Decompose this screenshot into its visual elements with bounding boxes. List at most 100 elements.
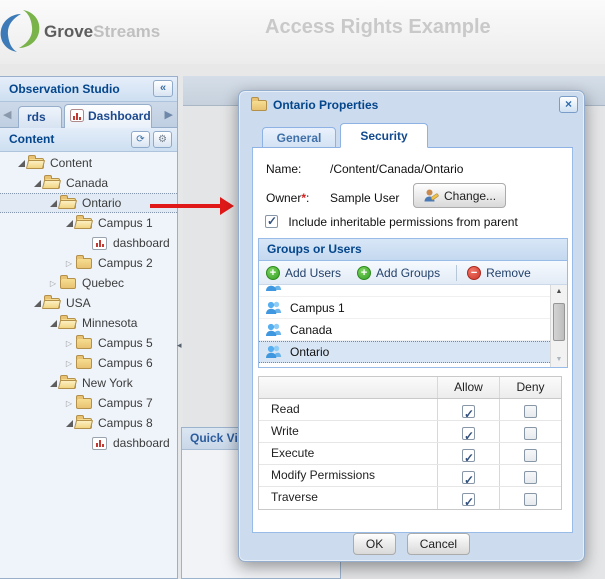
panel-collapse-button[interactable]: « (153, 80, 173, 97)
deny-checkbox-write[interactable] (524, 427, 537, 440)
deny-checkbox-read[interactable] (524, 405, 537, 418)
cancel-button[interactable]: Cancel (407, 533, 470, 555)
tab-general[interactable]: General (262, 127, 336, 148)
permissions-table: Allow Deny Read Write Execute (258, 376, 562, 510)
list-item-ontario[interactable]: Ontario (259, 341, 550, 363)
expand-icon[interactable] (16, 153, 26, 173)
add-users-button[interactable]: +Add Users (266, 266, 341, 280)
table-row-execute: Execute (259, 443, 561, 465)
allow-checkbox-execute[interactable] (462, 449, 475, 462)
folder-closed-icon (76, 358, 92, 369)
expand-icon[interactable] (64, 413, 74, 433)
tab-security[interactable]: Security (340, 123, 428, 148)
refresh-icon[interactable]: ⟳ (131, 131, 150, 148)
folder-open-icon (76, 218, 92, 229)
collapse-icon[interactable] (64, 352, 74, 374)
tree-item-newyork[interactable]: New York (0, 373, 177, 393)
tree-item-campus8[interactable]: Campus 8 (0, 413, 177, 433)
table-row-modify-permissions: Modify Permissions (259, 465, 561, 487)
tab-scroll-right-icon[interactable]: ▶ (165, 108, 173, 121)
grovestreams-logo-icon (0, 8, 42, 54)
groups-list-viewport: Campus 1 Canada Ontario (259, 285, 550, 367)
tab-scroll-left-icon[interactable]: ◀ (3, 108, 11, 121)
scroll-up-icon[interactable]: ▲ (551, 285, 567, 299)
close-icon[interactable]: × (559, 96, 578, 113)
tab-dashboards2[interactable]: Dashboards2 (64, 104, 152, 128)
expand-icon[interactable] (32, 173, 42, 193)
remove-button[interactable]: −Remove (467, 266, 531, 280)
list-item-canada[interactable]: Canada (259, 319, 550, 341)
collapse-icon[interactable] (64, 332, 74, 354)
ontario-properties-dialog: Ontario Properties × General Security Na… (238, 90, 585, 562)
top-banner: GroveStreams Access Rights Example (0, 0, 605, 64)
allow-checkbox-read[interactable] (462, 405, 475, 418)
tree-item-campus2[interactable]: Campus 2 (0, 253, 177, 273)
dialog-tabbar: General Security (252, 122, 573, 148)
page-title: Access Rights Example (265, 16, 491, 39)
expand-icon[interactable] (48, 373, 58, 393)
remove-icon: − (467, 266, 481, 280)
list-item-campus1[interactable]: Campus 1 (259, 297, 550, 319)
tree-item-canada[interactable]: Canada (0, 173, 177, 193)
app-root: GroveStreams Access Rights Example Obser… (0, 0, 605, 579)
inherit-permissions-row: Include inheritable permissions from par… (265, 214, 518, 229)
tree-item-usa[interactable]: USA (0, 293, 177, 313)
folder-closed-icon (60, 278, 76, 289)
list-item-partial[interactable] (259, 285, 550, 297)
group-icon (265, 344, 282, 360)
deny-checkbox-modify[interactable] (524, 471, 537, 484)
expand-icon[interactable] (48, 193, 58, 213)
add-groups-button[interactable]: +Add Groups (357, 266, 440, 280)
owner-label: Owner*: (266, 191, 309, 205)
add-icon: + (266, 266, 280, 280)
tree-item-quebec[interactable]: Quebec (0, 273, 177, 293)
table-row-read: Read (259, 399, 561, 421)
expand-icon[interactable] (48, 313, 58, 333)
inherit-checkbox[interactable] (265, 215, 278, 228)
scrollbar-thumb[interactable] (553, 303, 565, 341)
folder-closed-icon (76, 258, 92, 269)
group-icon (265, 285, 282, 293)
splitter-collapse-icon[interactable]: ◂ (177, 340, 182, 351)
tree-item-minnesota[interactable]: Minnesota (0, 313, 177, 333)
groups-list: Campus 1 Canada Ontario ▲ (259, 285, 567, 367)
groups-or-users-panel: Groups or Users +Add Users +Add Groups −… (258, 238, 568, 368)
tree-item-ontario[interactable]: Ontario (0, 193, 177, 213)
content-panel-title: Content (9, 132, 54, 146)
tree-item-dashboard2[interactable]: dashboard (0, 433, 177, 453)
deny-checkbox-traverse[interactable] (524, 493, 537, 506)
folder-open-icon (60, 198, 76, 209)
ok-button[interactable]: OK (353, 533, 396, 555)
folder-open-icon (76, 418, 92, 429)
scroll-down-icon[interactable]: ▼ (551, 353, 567, 367)
folder-closed-icon (76, 338, 92, 349)
tree-item-dashboard1[interactable]: dashboard (0, 233, 177, 253)
observation-studio-title: Observation Studio (9, 82, 120, 96)
folder-open-icon (44, 298, 60, 309)
allow-checkbox-traverse[interactable] (462, 493, 475, 506)
tab-dashboards-partial[interactable]: rds (18, 106, 62, 128)
folder-open-icon (60, 318, 76, 329)
tree-item-campus5[interactable]: Campus 5 (0, 333, 177, 353)
deny-checkbox-execute[interactable] (524, 449, 537, 462)
collapse-icon[interactable] (64, 392, 74, 414)
toolbar-separator (456, 265, 457, 281)
dashboard-icon (92, 237, 107, 250)
allow-column-header: Allow (437, 377, 499, 398)
gear-icon[interactable]: ⚙ (153, 131, 172, 148)
collapse-icon[interactable] (48, 272, 58, 294)
tree-item-content[interactable]: Content (0, 153, 177, 173)
expand-icon[interactable] (64, 213, 74, 233)
change-owner-button[interactable]: Change... (413, 183, 506, 208)
allow-checkbox-write[interactable] (462, 427, 475, 440)
list-scrollbar[interactable]: ▲ ▼ (550, 285, 567, 367)
dialog-title: Ontario Properties (273, 98, 378, 112)
tree-item-campus1[interactable]: Campus 1 (0, 213, 177, 233)
tree-item-campus6[interactable]: Campus 6 (0, 353, 177, 373)
allow-checkbox-modify[interactable] (462, 471, 475, 484)
expand-icon[interactable] (32, 293, 42, 313)
permission-name-header (259, 377, 437, 398)
name-value: /Content/Canada/Ontario (330, 162, 463, 176)
tree-item-campus7[interactable]: Campus 7 (0, 393, 177, 413)
collapse-icon[interactable] (64, 252, 74, 274)
